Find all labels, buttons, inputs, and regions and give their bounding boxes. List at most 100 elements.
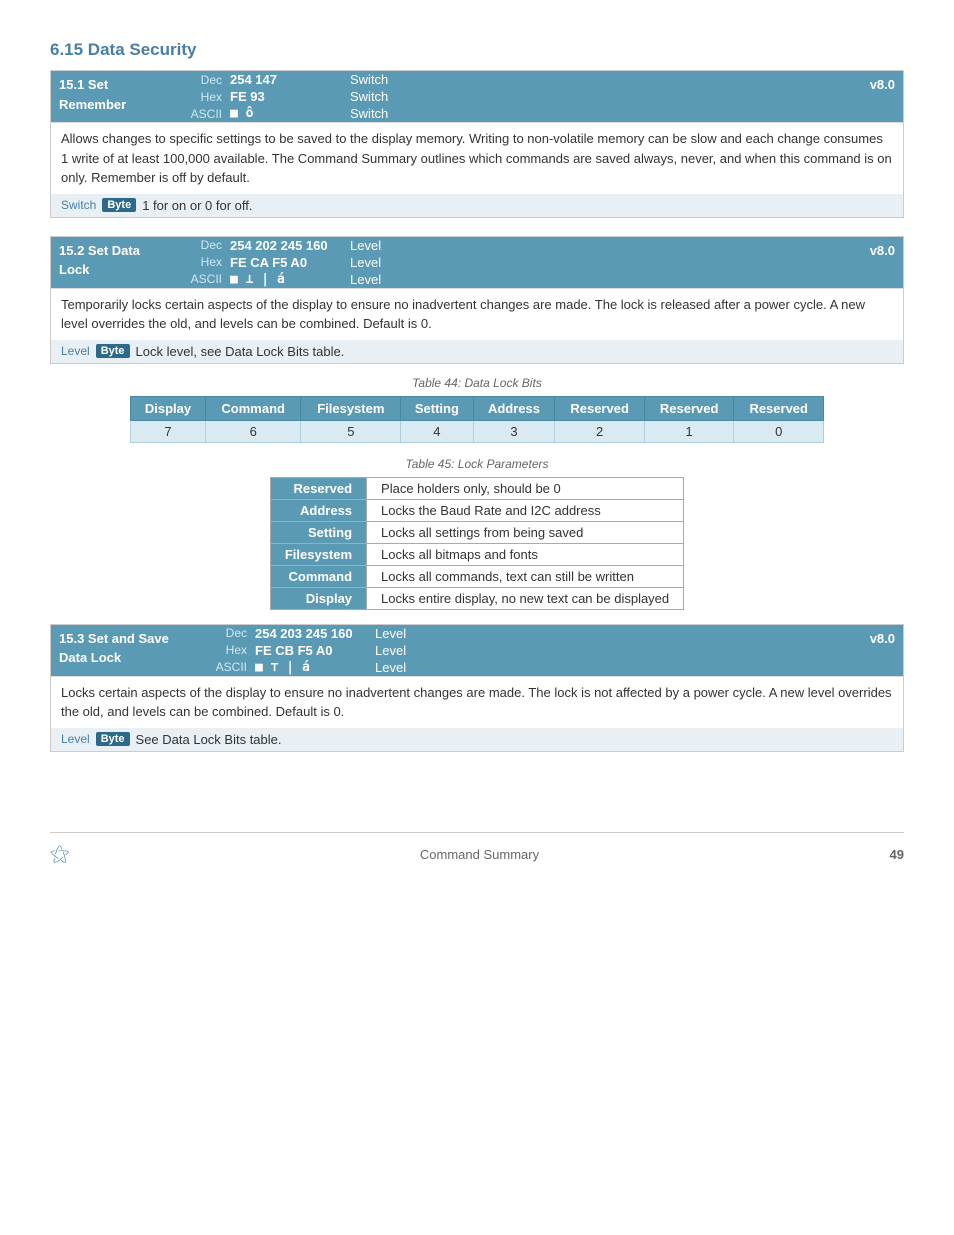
cmd-rows-152: Dec 254 202 245 160 Level Hex FE CA F5 A… <box>181 237 862 288</box>
td-0: 0 <box>734 420 824 442</box>
td-3: 3 <box>473 420 555 442</box>
th-display: Display <box>131 396 206 420</box>
td-5: 5 <box>301 420 401 442</box>
table44: Display Command Filesystem Setting Addre… <box>130 396 824 443</box>
lock-desc-filesystem: Locks all bitmaps and fonts <box>367 543 684 565</box>
lock-label-filesystem: Filesystem <box>270 543 366 565</box>
cmd-value-hex-152: FE CA F5 A0 <box>230 255 350 270</box>
th-command: Command <box>205 396 300 420</box>
th-setting: Setting <box>401 396 473 420</box>
lock-label-display: Display <box>270 587 366 609</box>
cmd-value-ascii-151: ■ ô <box>230 106 350 121</box>
lock-label-setting: Setting <box>270 521 366 543</box>
footer-logo: ⚝ <box>50 843 69 866</box>
cmd-param-row-152: Level Byte Lock level, see Data Lock Bit… <box>51 340 903 363</box>
table45: Reserved Place holders only, should be 0… <box>270 477 684 610</box>
cmd-version-153: v8.0 <box>862 628 903 649</box>
param-desc-153: See Data Lock Bits table. <box>136 732 282 747</box>
cmd-row-ascii-152: ASCII ■ ⊥ | á Level <box>181 271 862 288</box>
table44-caption: Table 44: Data Lock Bits <box>130 376 824 390</box>
th-address: Address <box>473 396 555 420</box>
command-block-153: 15.3 Set and SaveData Lock Dec 254 203 2… <box>50 624 904 752</box>
lock-desc-display: Locks entire display, no new text can be… <box>367 587 684 609</box>
cmd-type-ascii-151: ASCII <box>185 107 230 121</box>
cmd-row-dec-151: Dec 254 147 Switch <box>181 71 862 88</box>
param-type-151: Byte <box>102 198 136 212</box>
th-reserved2: Reserved <box>644 396 734 420</box>
cmd-type-dec-153: Dec <box>210 626 255 640</box>
cmd-type-dec-151: Dec <box>185 73 230 87</box>
cmd-row-ascii-153: ASCII ■ ⊤ | á Level <box>206 659 862 676</box>
th-reserved3: Reserved <box>734 396 824 420</box>
param-label-151: Switch <box>61 198 96 212</box>
footer: ⚝ Command Summary 49 <box>50 832 904 866</box>
cmd-row-dec-153: Dec 254 203 245 160 Level <box>206 625 862 642</box>
cmd-param-ascii-153: Level <box>375 660 406 675</box>
cmd-value-ascii-153: ■ ⊤ | á <box>255 660 375 675</box>
cmd-version-151: v8.0 <box>862 74 903 95</box>
cmd-param-ascii-151: Switch <box>350 106 388 121</box>
td-7: 7 <box>131 420 206 442</box>
cmd-value-dec-151: 254 147 <box>230 72 350 87</box>
cmd-row-hex-151: Hex FE 93 Switch <box>181 88 862 105</box>
cmd-type-hex-151: Hex <box>185 90 230 104</box>
lock-label-reserved: Reserved <box>270 477 366 499</box>
cmd-value-dec-152: 254 202 245 160 <box>230 238 350 253</box>
command-block-151: 15.1 SetRemember Dec 254 147 Switch Hex … <box>50 70 904 218</box>
param-desc-152: Lock level, see Data Lock Bits table. <box>136 344 345 359</box>
command-block-152: 15.2 Set DataLock Dec 254 202 245 160 Le… <box>50 236 904 364</box>
td-2: 2 <box>555 420 645 442</box>
command-header-151: 15.1 SetRemember Dec 254 147 Switch Hex … <box>51 71 903 122</box>
cmd-value-hex-151: FE 93 <box>230 89 350 104</box>
lock-row-reserved: Reserved Place holders only, should be 0 <box>270 477 683 499</box>
cmd-desc-152: Temporarily locks certain aspects of the… <box>51 288 903 340</box>
lock-row-filesystem: Filesystem Locks all bitmaps and fonts <box>270 543 683 565</box>
cmd-row-hex-152: Hex FE CA F5 A0 Level <box>181 254 862 271</box>
lock-desc-address: Locks the Baud Rate and I2C address <box>367 499 684 521</box>
lock-desc-command: Locks all commands, text can still be wr… <box>367 565 684 587</box>
lock-label-address: Address <box>270 499 366 521</box>
lock-row-command: Command Locks all commands, text can sti… <box>270 565 683 587</box>
cmd-rows-153: Dec 254 203 245 160 Level Hex FE CB F5 A… <box>206 625 862 676</box>
param-label-153: Level <box>61 732 90 746</box>
param-label-152: Level <box>61 344 90 358</box>
param-type-153: Byte <box>96 732 130 746</box>
cmd-desc-151: Allows changes to specific settings to b… <box>51 122 903 194</box>
lock-row-setting: Setting Locks all settings from being sa… <box>270 521 683 543</box>
section-title: 6.15 Data Security <box>50 40 904 60</box>
cmd-rows-151: Dec 254 147 Switch Hex FE 93 Switch ASCI… <box>181 71 862 122</box>
td-4: 4 <box>401 420 473 442</box>
tables-container-152: Table 44: Data Lock Bits Display Command… <box>50 376 904 610</box>
cmd-value-ascii-152: ■ ⊥ | á <box>230 272 350 287</box>
lock-row-display: Display Locks entire display, no new tex… <box>270 587 683 609</box>
cmd-value-hex-153: FE CB F5 A0 <box>255 643 375 658</box>
table44-value-row: 7 6 5 4 3 2 1 0 <box>131 420 824 442</box>
cmd-param-row-153: Level Byte See Data Lock Bits table. <box>51 728 903 751</box>
lock-desc-reserved: Place holders only, should be 0 <box>367 477 684 499</box>
td-6: 6 <box>205 420 300 442</box>
th-filesystem: Filesystem <box>301 396 401 420</box>
param-type-152: Byte <box>96 344 130 358</box>
cmd-param-dec-153: Level <box>375 626 406 641</box>
cmd-type-dec-152: Dec <box>185 238 230 252</box>
cmd-row-hex-153: Hex FE CB F5 A0 Level <box>206 642 862 659</box>
cmd-param-hex-153: Level <box>375 643 406 658</box>
footer-page: 49 <box>890 847 904 862</box>
cmd-type-ascii-152: ASCII <box>185 272 230 286</box>
cmd-version-152: v8.0 <box>862 240 903 261</box>
td-1: 1 <box>644 420 734 442</box>
cmd-param-hex-152: Level <box>350 255 381 270</box>
command-header-152: 15.2 Set DataLock Dec 254 202 245 160 Le… <box>51 237 903 288</box>
cmd-row-ascii-151: ASCII ■ ô Switch <box>181 105 862 122</box>
table44-header-row: Display Command Filesystem Setting Addre… <box>131 396 824 420</box>
cmd-type-ascii-153: ASCII <box>210 660 255 674</box>
cmd-desc-153: Locks certain aspects of the display to … <box>51 676 903 728</box>
command-header-153: 15.3 Set and SaveData Lock Dec 254 203 2… <box>51 625 903 676</box>
lock-row-address: Address Locks the Baud Rate and I2C addr… <box>270 499 683 521</box>
lock-desc-setting: Locks all settings from being saved <box>367 521 684 543</box>
cmd-name-152: 15.2 Set DataLock <box>51 237 181 288</box>
cmd-value-dec-153: 254 203 245 160 <box>255 626 375 641</box>
table45-caption: Table 45: Lock Parameters <box>130 457 824 471</box>
footer-center: Command Summary <box>420 847 539 862</box>
cmd-row-dec-152: Dec 254 202 245 160 Level <box>181 237 862 254</box>
